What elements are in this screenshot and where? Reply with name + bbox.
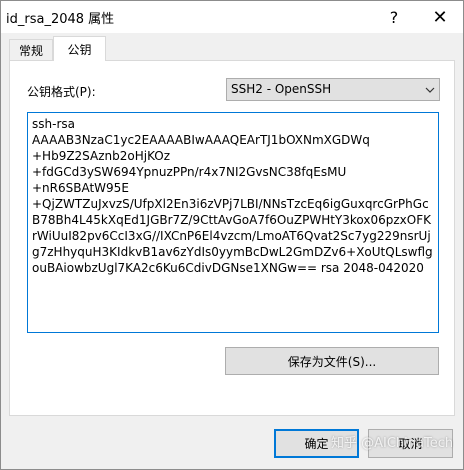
public-key-panel: 公钥格式(P): SSH2 - OpenSSH ssh-rsa AAAAB3Nz…: [9, 60, 455, 416]
key-format-select[interactable]: SSH2 - OpenSSH: [226, 78, 440, 101]
tab-general[interactable]: 常规: [9, 39, 53, 60]
help-button[interactable]: ?: [371, 1, 417, 33]
key-format-value: SSH2 - OpenSSH: [231, 82, 332, 96]
ok-button[interactable]: 确定: [274, 429, 359, 458]
properties-dialog: id_rsa_2048 属性 ? ✕ 常规 公钥 公钥格式(P): SSH2 -…: [0, 0, 464, 470]
key-format-label: 公钥格式(P):: [27, 85, 96, 99]
title-bar: id_rsa_2048 属性 ? ✕: [1, 1, 463, 33]
close-icon: ✕: [432, 6, 448, 28]
chevron-down-icon: [425, 87, 435, 93]
tab-public-key[interactable]: 公钥: [53, 36, 106, 61]
help-icon: ?: [389, 7, 399, 27]
public-key-textarea[interactable]: ssh-rsa AAAAB3NzaC1yc2EAAAABIwAAAQEArTJ1…: [27, 112, 439, 333]
cancel-button[interactable]: 取消: [368, 429, 453, 458]
tab-strip: 常规 公钥: [9, 36, 455, 61]
window-title: id_rsa_2048 属性: [6, 12, 115, 27]
close-button[interactable]: ✕: [417, 1, 463, 33]
save-as-file-button[interactable]: 保存为文件(S)...: [225, 347, 439, 375]
